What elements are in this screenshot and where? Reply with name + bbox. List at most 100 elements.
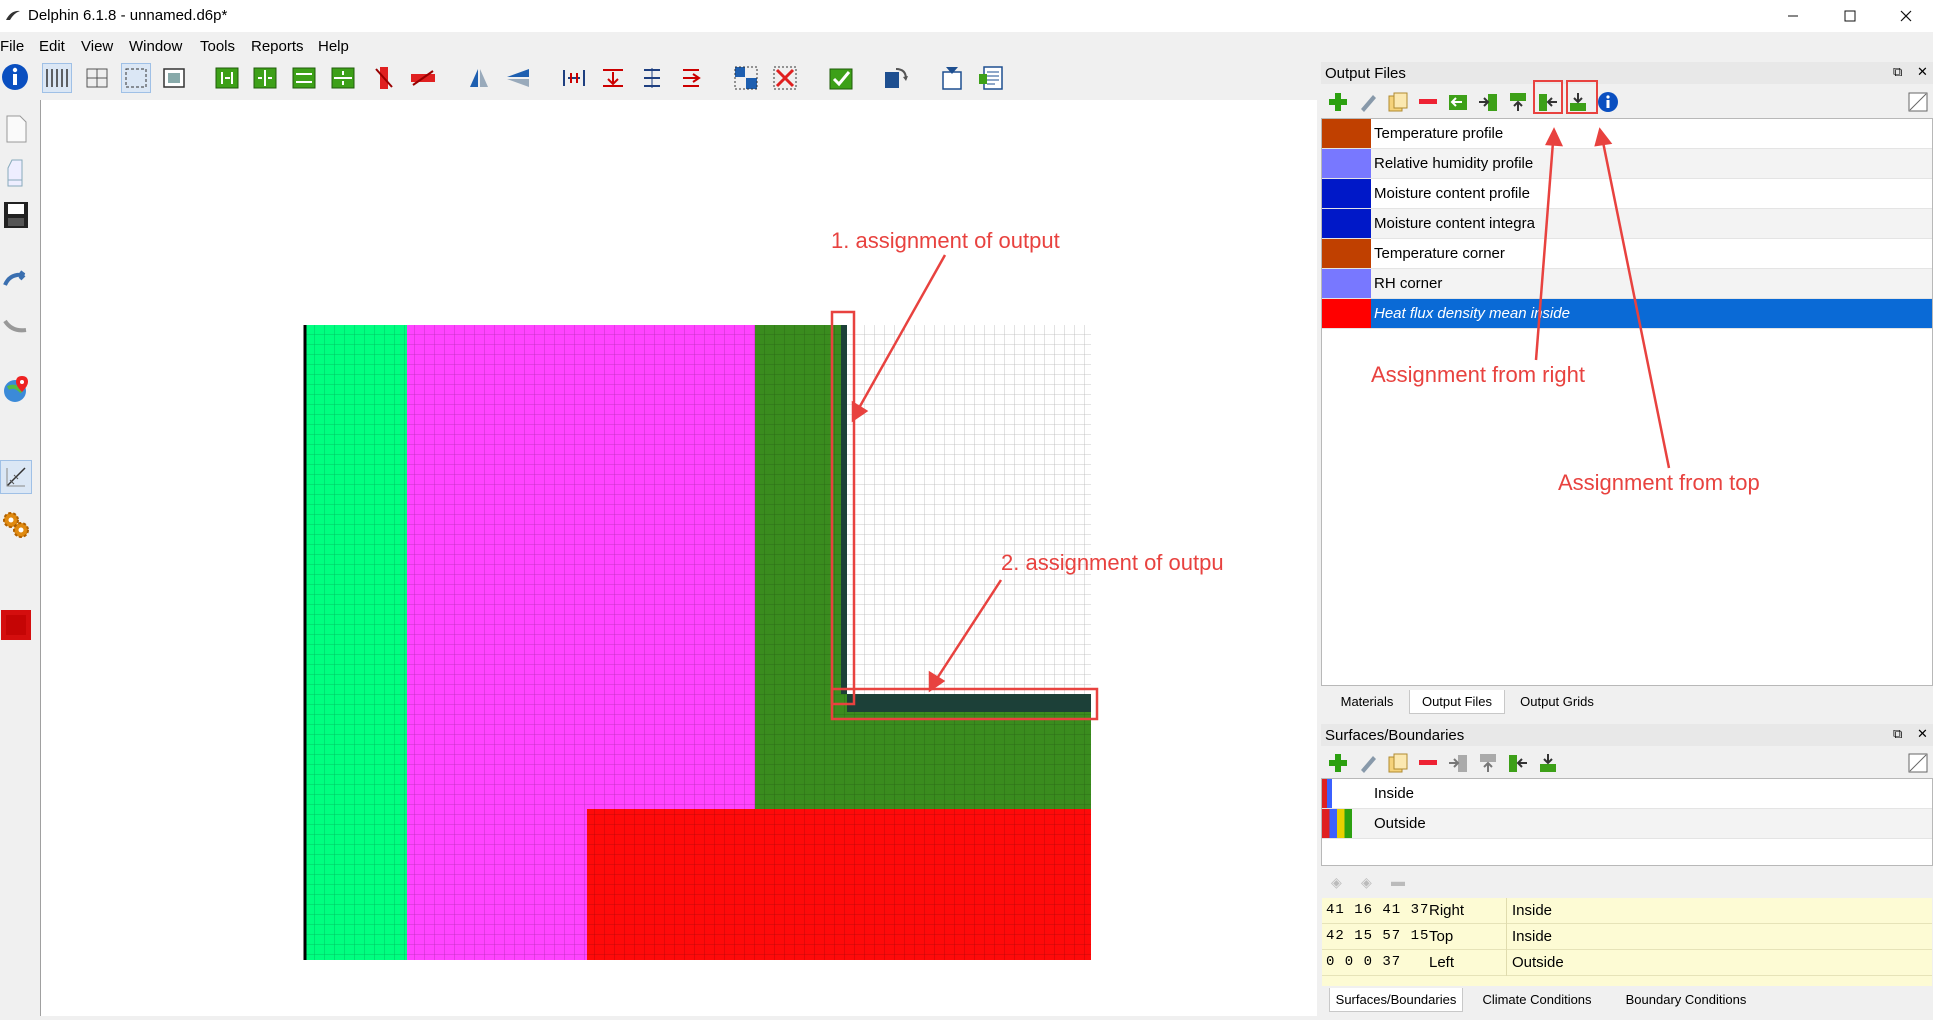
insert-row-icon: [292, 67, 316, 89]
chart-view-button[interactable]: [1905, 750, 1931, 776]
undock-icon[interactable]: ⧉: [1893, 64, 1902, 80]
remove-surface-button[interactable]: [1415, 750, 1441, 776]
info-button[interactable]: [0, 62, 30, 92]
delete-row-button[interactable]: [408, 63, 438, 93]
tab-output-grids[interactable]: Output Grids: [1509, 690, 1605, 714]
surface-assign-bottom-button[interactable]: [1475, 750, 1501, 776]
grid-split-icon: [86, 68, 108, 88]
assign-right-icon: [1509, 755, 1527, 772]
split-row-button[interactable]: [328, 63, 358, 93]
save-button[interactable]: [0, 198, 32, 232]
add-surface-button[interactable]: [1325, 750, 1351, 776]
export-button[interactable]: [937, 63, 967, 93]
grid-columns-button[interactable]: [42, 63, 72, 93]
rotate-button[interactable]: [880, 63, 910, 93]
surface-item[interactable]: Outside: [1322, 809, 1932, 839]
assign-top-icon: [1540, 754, 1556, 772]
surface-assign-right-button[interactable]: [1505, 750, 1531, 776]
surfaces-header: Surfaces/Boundaries ⧉ ✕: [1321, 724, 1933, 746]
simulation-button[interactable]: [0, 608, 32, 642]
tab-climate-conditions[interactable]: Climate Conditions: [1471, 988, 1603, 1012]
delete-region-icon: [773, 66, 797, 90]
menu-view[interactable]: View: [81, 38, 113, 55]
copy-surface-button[interactable]: [1385, 750, 1411, 776]
grid-overlay: [305, 325, 1091, 960]
rotate-icon: [885, 68, 908, 88]
distribute-rows-button[interactable]: [676, 63, 706, 93]
menu-window[interactable]: Window: [129, 38, 182, 55]
close-button[interactable]: [1878, 0, 1933, 32]
minimize-button[interactable]: [1765, 0, 1821, 32]
insert-column-button[interactable]: [212, 63, 242, 93]
grid-split-button[interactable]: [82, 63, 112, 93]
construction-canvas[interactable]: 1. assignment of output 2. assignment of…: [40, 100, 1317, 1016]
menu-help[interactable]: Help: [318, 38, 349, 55]
assignment-row[interactable]: 42 15 57 15 Top Inside: [1322, 924, 1932, 950]
mirror-horizontal-button[interactable]: [503, 63, 533, 93]
minimize-icon: [1788, 15, 1798, 17]
assign-bottom-icon: [1480, 754, 1496, 772]
check-button[interactable]: [826, 63, 856, 93]
distribute-columns-button[interactable]: [637, 63, 667, 93]
tab-output-files[interactable]: Output Files: [1409, 690, 1505, 714]
tab-surfaces-boundaries[interactable]: Surfaces/Boundaries: [1329, 988, 1463, 1012]
assignment-row[interactable]: 0 0 0 37 Left Outside: [1322, 950, 1932, 976]
menu-tools[interactable]: Tools: [200, 38, 235, 55]
new-file-button[interactable]: [0, 112, 32, 146]
output-assignment-horizontal[interactable]: [847, 694, 1091, 712]
split-column-button[interactable]: [250, 63, 280, 93]
open-file-button[interactable]: [0, 156, 32, 190]
grid-select-button[interactable]: [121, 63, 151, 93]
delete-row-icon: [411, 70, 435, 86]
merge-columns-button[interactable]: [559, 63, 589, 93]
close-panel-icon[interactable]: ✕: [1917, 64, 1928, 80]
select-region-button[interactable]: [731, 63, 761, 93]
menu-reports[interactable]: Reports: [251, 38, 304, 55]
assignment-toolbar: ◈ ◈ ▬: [1321, 870, 1933, 896]
tab-materials[interactable]: Materials: [1329, 690, 1405, 714]
move-up-icon[interactable]: ◈: [1331, 874, 1342, 891]
menu-edit[interactable]: Edit: [39, 38, 65, 55]
mirror-vertical-button[interactable]: [464, 63, 494, 93]
delete-column-button[interactable]: [369, 63, 399, 93]
output-assignment-vertical[interactable]: [841, 325, 847, 694]
maximize-button[interactable]: [1822, 0, 1878, 32]
edit-surface-button[interactable]: [1355, 750, 1381, 776]
fit-view-button[interactable]: [159, 63, 189, 93]
arrow-head-right: [1545, 127, 1564, 147]
surface-assign-top-button[interactable]: [1535, 750, 1561, 776]
menu-bar: File Edit View Window Tools Reports Help: [0, 36, 1320, 58]
unlink-button[interactable]: [0, 309, 32, 343]
surface-assign-inside-button[interactable]: [1445, 750, 1471, 776]
move-down-icon[interactable]: ◈: [1361, 874, 1372, 891]
delete-region-button[interactable]: [770, 63, 800, 93]
assignment-range: 0 0 0 37: [1326, 954, 1402, 970]
location-button[interactable]: [0, 372, 32, 406]
menu-file[interactable]: File: [0, 38, 24, 55]
close-panel-icon[interactable]: ✕: [1917, 726, 1928, 742]
settings-button[interactable]: [0, 508, 32, 542]
pencil-icon: [1361, 756, 1376, 773]
undock-icon[interactable]: ⧉: [1893, 726, 1902, 742]
report-button[interactable]: [976, 63, 1006, 93]
merge-rows-button[interactable]: [598, 63, 628, 93]
insert-row-button[interactable]: [289, 63, 319, 93]
simulation-icon: [1, 610, 31, 640]
assignment-surface: Outside: [1512, 954, 1564, 971]
link-button[interactable]: [0, 263, 32, 297]
tab-boundary-conditions[interactable]: Boundary Conditions: [1611, 988, 1761, 1012]
left-sidebar: [0, 100, 38, 1016]
surface-color-swatch: [1322, 779, 1332, 808]
assignment-direction: Top: [1429, 928, 1454, 945]
output-files-header: Output Files ⧉ ✕: [1321, 62, 1933, 84]
surface-item[interactable]: Inside: [1322, 779, 1932, 809]
add-icon: [1329, 754, 1347, 772]
remove-assignment-icon[interactable]: ▬: [1391, 873, 1405, 889]
assignment-row[interactable]: 41 16 41 37 Right Inside: [1322, 898, 1932, 924]
maximize-icon: [1844, 10, 1856, 22]
assignment-direction: Right: [1429, 902, 1465, 919]
geometry-button[interactable]: [0, 460, 32, 494]
unlink-icon: [3, 319, 27, 333]
construction-drawing[interactable]: 1. assignment of output 2. assignment of…: [41, 100, 1317, 1016]
assignment-surface: Inside: [1512, 902, 1553, 919]
